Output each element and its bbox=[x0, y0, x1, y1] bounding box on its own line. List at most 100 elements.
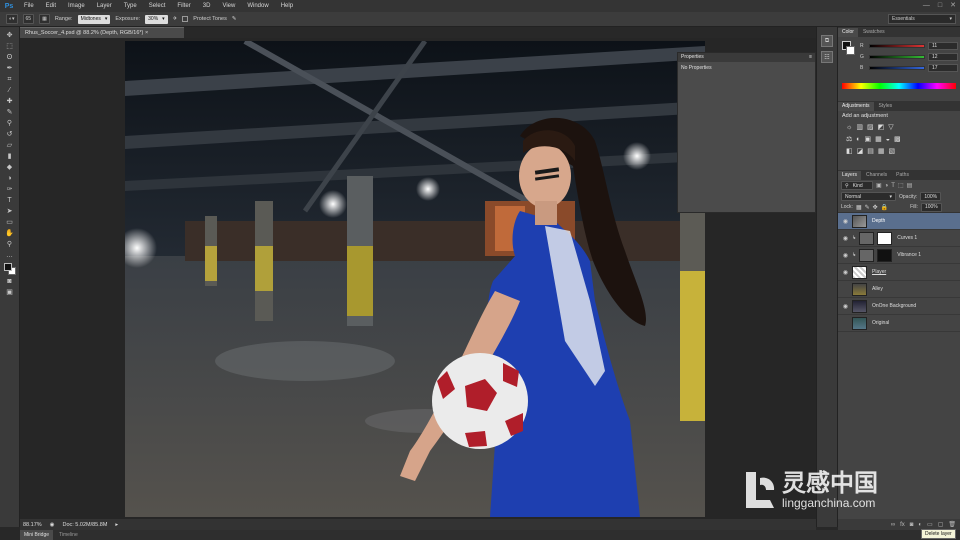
layer-filter-select[interactable]: ⚲ Kind bbox=[841, 181, 873, 190]
history-brush-tool-icon[interactable]: ↺ bbox=[4, 130, 16, 139]
tab-mini-bridge[interactable]: Mini Bridge bbox=[20, 530, 54, 540]
eye-icon[interactable]: ◉ bbox=[842, 218, 849, 225]
layer-row-curves[interactable]: ◉ ↳ Curves 1 bbox=[838, 230, 960, 247]
document-tab[interactable]: Rhus_Soccer_4.psd @ 88.2% (Depth, RGB/16… bbox=[20, 27, 184, 38]
menu-file[interactable]: File bbox=[18, 0, 40, 12]
clone-stamp-tool-icon[interactable]: ⚲ bbox=[4, 119, 16, 128]
layer-name[interactable]: Original bbox=[870, 320, 889, 326]
panel-menu-icon[interactable]: ≡ bbox=[809, 53, 812, 62]
hand-tool-icon[interactable]: ✋ bbox=[4, 229, 16, 238]
vibrance-icon[interactable]: ▽ bbox=[888, 123, 893, 131]
layer-row-onone-background[interactable]: ◉ OnOne Background bbox=[838, 298, 960, 315]
crop-tool-icon[interactable]: ⌗ bbox=[4, 75, 16, 84]
eye-icon[interactable]: ◉ bbox=[842, 303, 849, 310]
hue-saturation-icon[interactable]: ⚖ bbox=[846, 135, 852, 143]
tab-timeline[interactable]: Timeline bbox=[55, 530, 82, 540]
menu-image[interactable]: Image bbox=[62, 0, 91, 12]
new-adjustment-icon[interactable]: ◐ bbox=[918, 522, 922, 528]
tab-channels[interactable]: Channels bbox=[862, 171, 891, 180]
layer-row-vibrance[interactable]: ◉ ↳ Vibrance 1 bbox=[838, 247, 960, 264]
channel-mixer-icon[interactable]: ◒ bbox=[886, 136, 890, 143]
blur-tool-icon[interactable]: ◆ bbox=[4, 163, 16, 172]
delete-layer-icon[interactable]: 🗑 bbox=[948, 521, 956, 528]
menu-window[interactable]: Window bbox=[241, 0, 274, 12]
selective-color-icon[interactable]: ▧ bbox=[889, 147, 896, 155]
eyedropper-tool-icon[interactable]: ⁄ bbox=[4, 86, 16, 95]
layer-row-depth[interactable]: ◉ Depth bbox=[838, 213, 960, 230]
type-tool-icon[interactable]: T bbox=[4, 196, 16, 205]
properties-panel-icon[interactable]: ☷ bbox=[821, 51, 833, 63]
close-icon[interactable]: × bbox=[145, 30, 148, 36]
brightness-contrast-icon[interactable]: ☼ bbox=[846, 124, 852, 131]
red-gradient-bar[interactable] bbox=[869, 43, 925, 48]
marquee-tool-icon[interactable]: ⬚ bbox=[4, 42, 16, 51]
blue-slider[interactable]: B 17 bbox=[838, 62, 960, 73]
layer-row-player[interactable]: ◉ Player bbox=[838, 264, 960, 281]
menu-filter[interactable]: Filter bbox=[171, 0, 196, 12]
tab-color[interactable]: Color bbox=[838, 28, 858, 37]
fx-icon[interactable]: fx bbox=[900, 522, 905, 528]
quick-mask-icon[interactable]: ◙ bbox=[4, 277, 16, 286]
close-button[interactable]: ✕ bbox=[950, 0, 956, 12]
range-select[interactable]: Midtones ▾ bbox=[77, 14, 111, 24]
layer-name[interactable]: Curves 1 bbox=[895, 235, 917, 241]
posterize-icon[interactable]: ◪ bbox=[857, 147, 864, 155]
invert-icon[interactable]: ◧ bbox=[846, 147, 853, 155]
layer-name[interactable]: Vibrance 1 bbox=[895, 252, 921, 258]
threshold-icon[interactable]: ▤ bbox=[867, 147, 874, 155]
eye-icon[interactable]: ◉ bbox=[842, 269, 849, 276]
black-white-icon[interactable]: ▣ bbox=[865, 135, 872, 143]
edit-toolbar-icon[interactable]: … bbox=[4, 251, 16, 260]
new-group-icon[interactable]: ▭ bbox=[927, 521, 933, 528]
green-value[interactable]: 12 bbox=[928, 52, 958, 61]
tab-adjustments[interactable]: Adjustments bbox=[838, 102, 874, 111]
pressure-icon[interactable]: ✎ bbox=[232, 16, 237, 22]
airbrush-icon[interactable]: ✈ bbox=[173, 16, 178, 22]
eye-icon[interactable]: ◉ bbox=[842, 235, 849, 242]
quick-select-tool-icon[interactable]: ✒ bbox=[4, 64, 16, 73]
tab-paths[interactable]: Paths bbox=[892, 171, 913, 180]
blend-mode-select[interactable]: Normal ▾ bbox=[841, 192, 896, 201]
red-value[interactable]: 11 bbox=[928, 41, 958, 50]
blue-gradient-bar[interactable] bbox=[869, 65, 925, 70]
menu-layer[interactable]: Layer bbox=[91, 0, 118, 12]
layer-name[interactable]: Depth bbox=[870, 218, 885, 224]
exposure-icon[interactable]: ◩ bbox=[878, 123, 885, 131]
curves-icon[interactable]: ▨ bbox=[867, 123, 874, 131]
tab-swatches[interactable]: Swatches bbox=[859, 28, 889, 37]
exposure-input[interactable]: 30% ▾ bbox=[145, 14, 168, 24]
menu-edit[interactable]: Edit bbox=[40, 0, 62, 12]
color-balance-icon[interactable]: ◐ bbox=[856, 136, 860, 143]
lasso-tool-icon[interactable]: ʘ bbox=[4, 53, 16, 62]
gradient-tool-icon[interactable]: ▮ bbox=[4, 152, 16, 161]
tool-preset-picker[interactable]: ◐▾ bbox=[6, 14, 18, 24]
workspace-select[interactable]: Essentials ▾ bbox=[888, 14, 956, 24]
zoom-level[interactable]: 88.17% bbox=[23, 522, 42, 528]
blue-value[interactable]: 17 bbox=[928, 63, 958, 72]
shape-tool-icon[interactable]: ▭ bbox=[4, 218, 16, 227]
menu-3d[interactable]: 3D bbox=[197, 0, 217, 12]
layer-row-alley[interactable]: Alley bbox=[838, 281, 960, 298]
lock-icons[interactable]: ▦✎✥🔒 bbox=[856, 204, 891, 211]
tab-styles[interactable]: Styles bbox=[875, 102, 897, 111]
background-color-swatch[interactable] bbox=[846, 46, 855, 55]
menu-type[interactable]: Type bbox=[118, 0, 143, 12]
fill-input[interactable]: 100% bbox=[920, 202, 942, 212]
menu-view[interactable]: View bbox=[216, 0, 241, 12]
minimize-button[interactable]: — bbox=[923, 0, 930, 12]
gradient-map-icon[interactable]: ▦ bbox=[878, 147, 885, 155]
move-tool-icon[interactable]: ✥ bbox=[4, 31, 16, 40]
maximize-button[interactable]: □ bbox=[938, 0, 942, 12]
path-select-tool-icon[interactable]: ➤ bbox=[4, 207, 16, 216]
red-slider[interactable]: R 11 bbox=[838, 40, 960, 51]
layer-name[interactable]: OnOne Background bbox=[870, 303, 916, 309]
filter-type-icons[interactable]: ▣◑T⬚▤ bbox=[876, 182, 915, 189]
layer-mask-thumbnail[interactable] bbox=[877, 248, 893, 262]
green-gradient-bar[interactable] bbox=[869, 54, 925, 59]
protect-tones-checkbox[interactable] bbox=[182, 16, 189, 22]
layer-row-original[interactable]: Original bbox=[838, 315, 960, 332]
zoom-tool-icon[interactable]: ⚲ bbox=[4, 240, 16, 249]
color-lookup-icon[interactable]: ▩ bbox=[894, 135, 901, 143]
menu-help[interactable]: Help bbox=[275, 0, 299, 12]
foreground-color-swatch[interactable] bbox=[4, 263, 12, 271]
